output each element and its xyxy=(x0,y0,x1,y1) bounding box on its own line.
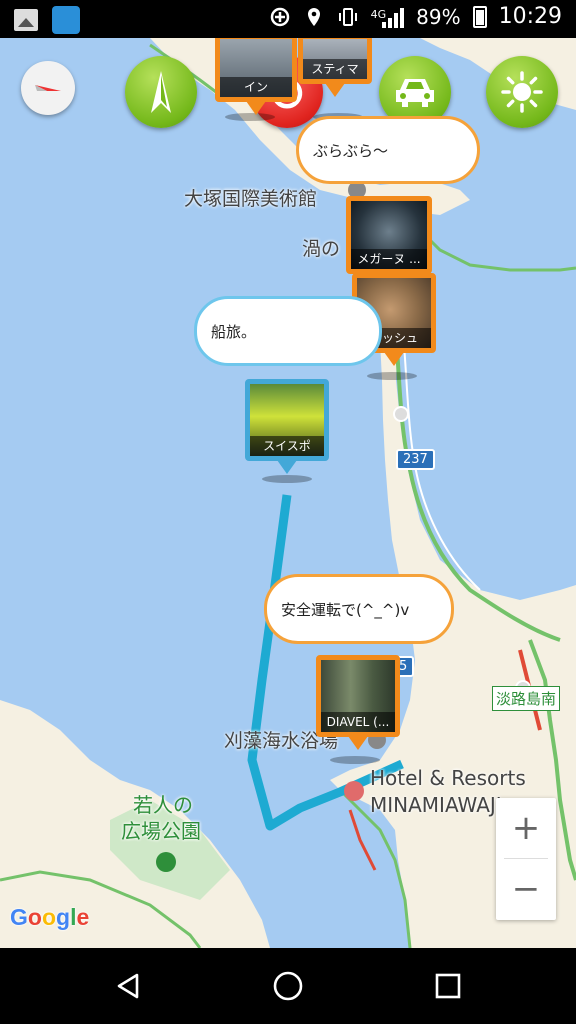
car-icon xyxy=(396,79,434,107)
awaji-south-label: 淡路島南 xyxy=(492,686,561,711)
map-view[interactable]: 大塚国際美術館 渦の 刈藻海水浴場 Hotel & Resorts MINAMI… xyxy=(0,38,576,948)
photo-pin-5[interactable]: スイスポ xyxy=(245,379,329,474)
pin-caption: スイスポ xyxy=(250,436,324,456)
vibrate-icon xyxy=(338,7,357,26)
data-saver-icon xyxy=(270,7,289,26)
photo-pin-3[interactable]: メガーヌ ... xyxy=(346,196,432,287)
pin-caption: メガーヌ ... xyxy=(351,249,427,269)
home-circle-icon xyxy=(273,971,303,1001)
clock: 10:29 xyxy=(498,4,562,29)
compass-needle-icon xyxy=(35,85,61,91)
photo-pin-1[interactable]: イン xyxy=(215,38,297,115)
location-icon xyxy=(307,7,320,26)
navigate-button[interactable] xyxy=(125,56,197,128)
photo-pin-2[interactable]: スティマ xyxy=(298,38,372,97)
google-logo: Google xyxy=(10,904,90,930)
network-type: 4G xyxy=(370,7,387,21)
pin-caption: DIAVEL (... xyxy=(321,712,395,732)
zoom-out-button[interactable]: − xyxy=(496,859,556,919)
battery-icon xyxy=(472,5,487,28)
comment-bubble-3[interactable]: 安全運転で(^_^)v xyxy=(264,574,454,644)
recents-button[interactable] xyxy=(428,966,468,1006)
pin-caption: スティマ xyxy=(303,59,367,79)
comment-bubble-2[interactable]: 船旅。 xyxy=(194,296,382,366)
museum-label: 大塚国際美術館 xyxy=(184,188,318,210)
bubble-text: 船旅。 xyxy=(211,322,257,341)
brightness-button[interactable] xyxy=(486,56,558,128)
zoom-in-button[interactable]: + xyxy=(496,798,556,858)
hotel-label-line2: MINAMIAWAJI xyxy=(370,793,502,817)
zoom-controls: + − xyxy=(496,798,556,920)
home-button[interactable] xyxy=(268,966,308,1006)
uzu-label: 渦の xyxy=(302,238,341,260)
status-bar: 4G 89% 10:29 xyxy=(0,0,576,38)
gallery-notification-icon xyxy=(14,9,38,31)
route-237-shield: 237 xyxy=(396,449,435,470)
bubble-text: 安全運転で(^_^)v xyxy=(281,600,410,619)
recents-square-icon xyxy=(435,973,461,999)
compass-button[interactable] xyxy=(21,61,75,115)
app-notification-icon xyxy=(52,6,80,34)
photo-pin-6[interactable]: DIAVEL (... xyxy=(316,655,400,750)
back-triangle-icon xyxy=(117,973,139,999)
pin-caption: イン xyxy=(220,77,292,97)
navigation-bar xyxy=(0,948,576,1024)
bubble-text: ぶらぶら～ xyxy=(313,141,389,160)
comment-bubble-1[interactable]: ぶらぶら～ xyxy=(296,116,480,184)
hotel-label-line1: Hotel & Resorts xyxy=(370,766,526,790)
sun-icon xyxy=(501,71,543,113)
park-label-line2: 広場公園 xyxy=(121,819,201,843)
park-label-line1: 若人の xyxy=(133,793,193,817)
back-button[interactable] xyxy=(108,966,148,1006)
battery-percent: 89% xyxy=(416,4,461,29)
navigation-arrow-icon xyxy=(151,71,171,113)
